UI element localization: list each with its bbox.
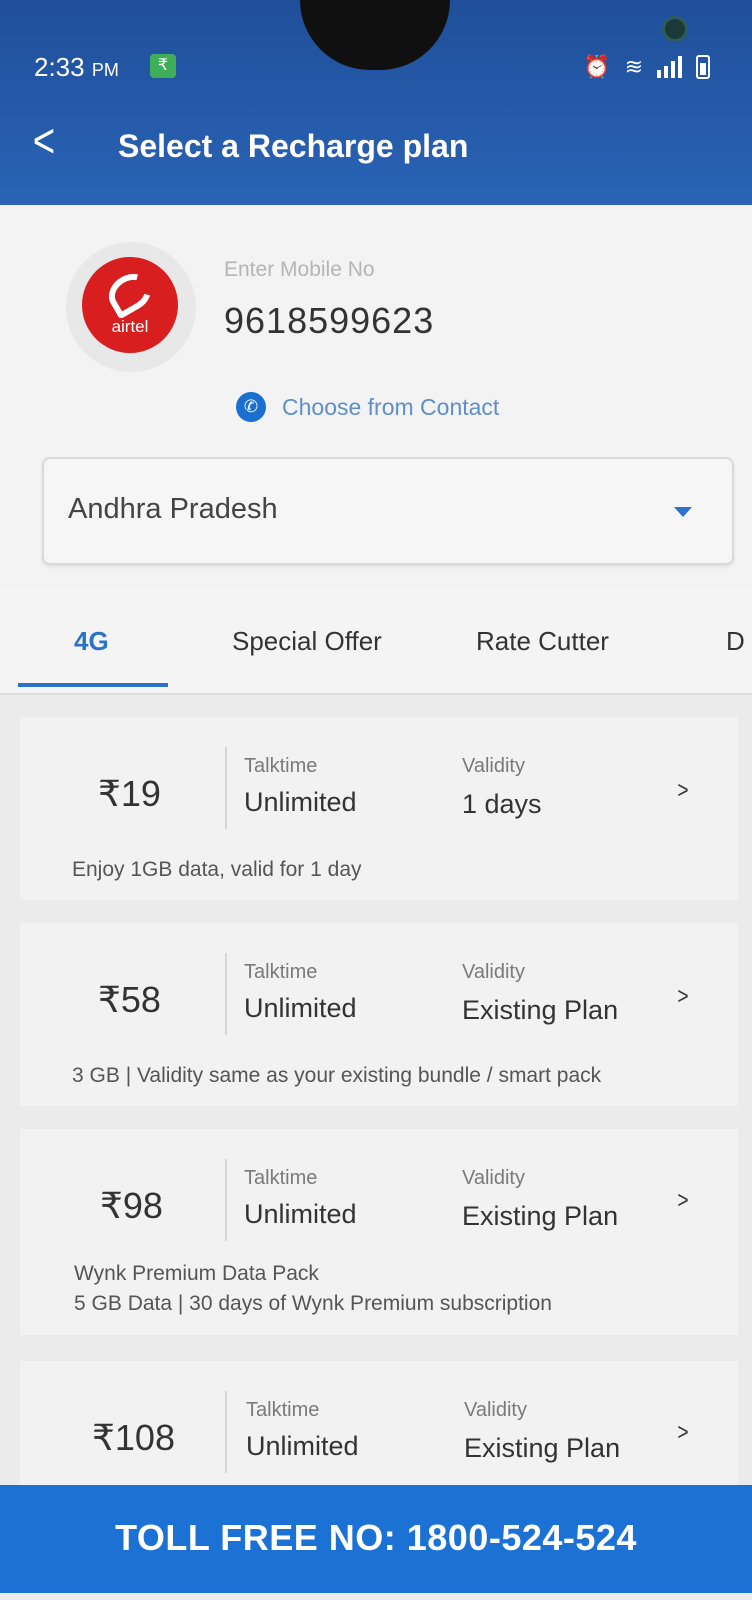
tab-next-partial[interactable]: D	[726, 626, 752, 657]
plan-divider	[225, 1391, 227, 1473]
talktime-value: Unlimited	[244, 1199, 357, 1229]
plan-divider	[225, 747, 227, 829]
chevron-right-icon: >	[677, 777, 689, 804]
phone-icon: ✆	[236, 392, 266, 422]
state-selected-value: Andhra Pradesh	[68, 493, 278, 525]
toll-free-banner[interactable]: TOLL FREE NO: 1800-524-524	[0, 1485, 752, 1593]
validity-value: Existing Plan	[462, 995, 619, 1025]
tab-4g[interactable]: 4G	[74, 626, 109, 657]
airtel-logo[interactable]: airtel	[82, 257, 178, 353]
camera-notch	[300, 0, 688, 70]
toll-free-text: TOLL FREE NO: 1800-524-524	[115, 1517, 637, 1558]
validity-label: Validity	[462, 961, 525, 983]
validity-value: Existing Plan	[462, 1201, 619, 1231]
back-arrow-icon[interactable]: <	[33, 118, 55, 166]
plan-category-tabs: 4G Special Offer Rate Cutter D	[0, 590, 752, 695]
chevron-right-icon: >	[677, 983, 689, 1010]
status-ampm: PM	[91, 60, 119, 80]
mobile-number-label: Enter Mobile No	[224, 258, 375, 281]
talktime-value: Unlimited	[244, 787, 357, 817]
tab-rate-cutter[interactable]: Rate Cutter	[476, 626, 609, 657]
plan-description: Wynk Premium Data Pack	[74, 1262, 319, 1285]
validity-label: Validity	[464, 1399, 527, 1421]
talktime-label: Talktime	[244, 755, 318, 777]
tab-special-offer[interactable]: Special Offer	[232, 626, 382, 657]
plan-list: ₹19 Talktime Unlimited Validity 1 days >…	[0, 695, 752, 1485]
plan-price: ₹108	[92, 1417, 175, 1458]
chevron-right-icon: >	[677, 1419, 689, 1446]
plan-price: ₹19	[98, 773, 161, 814]
airtel-logo-text: airtel	[111, 317, 149, 336]
plan-description-line2: 5 GB Data | 30 days of Wynk Premium subs…	[74, 1292, 552, 1315]
notification-app-icon: ₹	[150, 54, 176, 78]
wifi-icon: ≋	[624, 54, 643, 79]
active-tab-indicator	[18, 683, 168, 687]
plan-card[interactable]: ₹98 Talktime Unlimited Validity Existing…	[20, 1129, 738, 1335]
validity-label: Validity	[462, 755, 525, 777]
chevron-right-icon: >	[677, 1187, 689, 1214]
plan-card[interactable]: ₹58 Talktime Unlimited Validity Existing…	[20, 923, 738, 1106]
plan-card[interactable]: ₹108 Talktime Unlimited Validity Existin…	[20, 1361, 738, 1485]
talktime-label: Talktime	[246, 1399, 320, 1421]
talktime-label: Talktime	[244, 1167, 318, 1189]
choose-contact-label: Choose from Contact	[282, 393, 500, 420]
plan-price: ₹98	[100, 1185, 163, 1226]
status-time-value: 2:33	[34, 52, 85, 82]
camera-icon	[662, 16, 688, 42]
talktime-label: Talktime	[244, 961, 318, 983]
signal-icon	[657, 56, 682, 78]
state-dropdown[interactable]: Andhra Pradesh	[42, 457, 734, 565]
plan-card[interactable]: ₹19 Talktime Unlimited Validity 1 days >…	[20, 717, 738, 900]
talktime-value: Unlimited	[244, 993, 357, 1023]
airtel-swirl-icon	[101, 266, 159, 320]
battery-icon	[696, 55, 710, 79]
validity-value: Existing Plan	[464, 1433, 621, 1463]
validity-value: 1 days	[462, 789, 542, 819]
plan-description: Enjoy 1GB data, valid for 1 day	[72, 858, 362, 881]
plan-price: ₹58	[98, 979, 161, 1020]
choose-contact-button[interactable]: ✆ Choose from Contact	[236, 392, 499, 422]
plan-description: 3 GB | Validity same as your existing bu…	[72, 1064, 602, 1087]
status-icons: ⏰ ≋	[583, 54, 710, 80]
page-title: Select a Recharge plan	[118, 128, 469, 164]
validity-label: Validity	[462, 1167, 525, 1189]
talktime-value: Unlimited	[246, 1431, 359, 1461]
app-screen: 2:33 PM ₹ ⏰ ≋ < Select a Recharge plan a…	[0, 0, 752, 1600]
mobile-number-input[interactable]: 9618599623	[224, 300, 434, 342]
plan-divider	[225, 953, 227, 1035]
top-app-bar: 2:33 PM ₹ ⏰ ≋ < Select a Recharge plan	[0, 0, 752, 205]
alarm-icon: ⏰	[583, 54, 611, 79]
dropdown-caret-icon	[674, 507, 692, 517]
plan-divider	[225, 1159, 227, 1241]
status-time: 2:33 PM	[34, 52, 119, 83]
